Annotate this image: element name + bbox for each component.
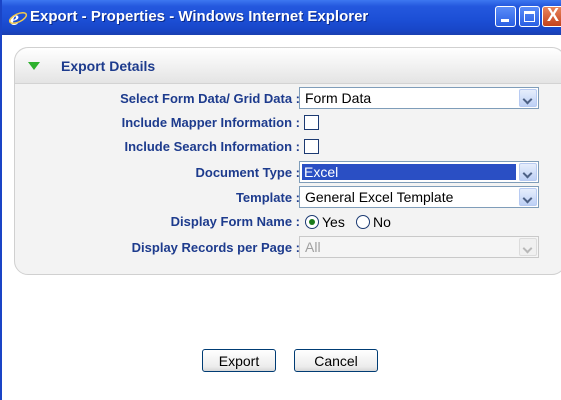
template-label: Template : [235,190,300,205]
title-bar[interactable]: e Export - Properties - Windows Internet… [2,0,561,35]
chevron-down-icon [519,238,537,256]
display-form-name-yes-radio[interactable] [305,215,319,229]
internet-explorer-icon: e [8,8,28,28]
window-title: Export - Properties - Windows Internet E… [30,8,369,25]
include-search-label: Include Search Information : [124,139,300,154]
document-type-dropdown[interactable]: Excel [299,161,539,183]
panel-title: Export Details [61,58,156,74]
display-form-name-yes-label[interactable]: Yes [322,214,345,230]
select-data-value: Form Data [305,90,372,106]
chevron-down-icon[interactable] [519,163,537,181]
panel-header[interactable]: Export Details [15,48,561,84]
minimize-icon [501,19,509,22]
export-button[interactable]: Export [202,349,276,372]
maximize-button[interactable] [519,6,540,27]
cancel-button[interactable]: Cancel [294,349,378,372]
template-dropdown[interactable]: General Excel Template [299,186,539,208]
document-type-label: Document Type : [195,165,301,180]
display-form-name-no-label[interactable]: No [373,214,391,230]
minimize-button[interactable] [495,6,516,27]
chevron-down-icon[interactable] [519,89,537,107]
chevron-down-icon[interactable] [519,188,537,206]
select-data-dropdown[interactable]: Form Data [299,87,539,109]
records-per-page-dropdown: All [299,236,539,258]
include-search-checkbox[interactable] [304,139,319,154]
display-form-name-label: Display Form Name : [170,214,300,229]
export-properties-window: e Export - Properties - Windows Internet… [0,0,561,400]
close-button[interactable]: X [542,5,561,27]
collapse-triangle-icon[interactable] [28,62,40,70]
include-mapper-checkbox[interactable] [304,115,319,130]
close-icon: X [547,5,560,25]
template-value: General Excel Template [305,189,454,205]
document-type-value: Excel [302,164,516,180]
records-per-page-value: All [305,239,321,255]
export-details-panel: Export Details Select Form Data/ Grid Da… [14,47,561,275]
display-form-name-no-radio[interactable] [356,215,370,229]
select-data-label: Select Form Data/ Grid Data : [120,91,300,106]
records-per-page-label: Display Records per Page : [131,240,300,255]
maximize-icon [524,11,535,22]
include-mapper-label: Include Mapper Information : [121,115,300,130]
